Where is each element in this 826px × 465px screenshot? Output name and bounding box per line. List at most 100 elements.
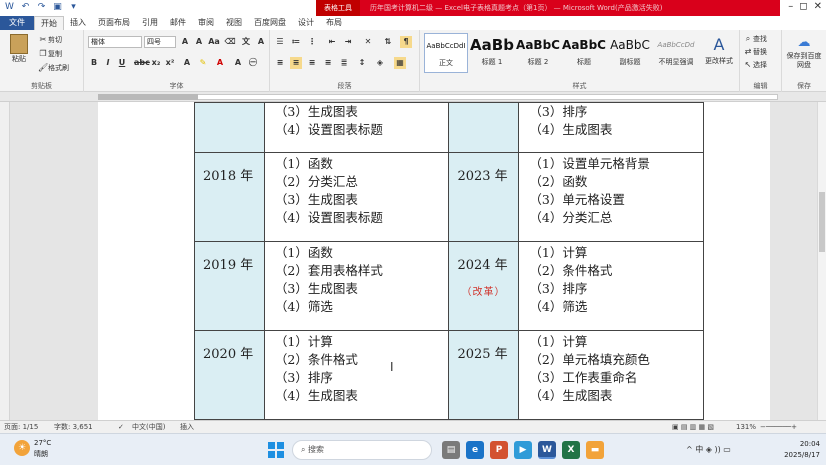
text-effects-icon[interactable]: A <box>181 57 193 69</box>
taskbar-clock[interactable]: 20:04 2025/8/17 <box>784 439 820 461</box>
decrease-indent-icon[interactable]: ⇤ <box>326 36 338 48</box>
style-title[interactable]: AaBbC 标题 <box>562 33 606 73</box>
system-tray[interactable]: ^ 中 ◈ )) ▭ <box>686 444 731 455</box>
strikethrough-icon[interactable]: abc <box>134 57 150 69</box>
minimize-icon[interactable]: – <box>788 1 793 12</box>
replace-button[interactable]: ⇄ 替换 <box>743 47 767 57</box>
customize-qa-icon[interactable]: ▾ <box>68 2 79 13</box>
align-right-icon[interactable]: ≡ <box>306 57 318 69</box>
edge-browser-icon[interactable]: e <box>466 441 484 459</box>
media-app-icon[interactable]: ▶ <box>514 441 532 459</box>
table-cell-items[interactable]: （1）计算 （2）单元格填充颜色 （3）工作表重命名 （4）生成图表 <box>518 330 704 420</box>
change-styles-button[interactable]: A 更改样式 <box>702 34 736 66</box>
page-count[interactable]: 页面: 1/15 <box>4 421 38 433</box>
tab-mailings[interactable]: 邮件 <box>164 16 192 30</box>
table-cell-items[interactable]: （3）排序 （4）生成图表 <box>518 102 704 153</box>
table-cell-year[interactable]: 2020 年 <box>194 330 265 420</box>
weather-sun-icon[interactable]: ☀ <box>14 440 30 456</box>
horizontal-ruler[interactable] <box>0 92 826 102</box>
table-cell-year[interactable]: 2025 年 <box>448 330 520 420</box>
table-cell-year[interactable]: 2023 年 <box>448 152 520 242</box>
font-name-combo[interactable]: 楷体 <box>88 36 142 48</box>
increase-indent-icon[interactable]: ⇥ <box>342 36 354 48</box>
save-icon[interactable]: ▣ <box>52 2 63 13</box>
table-cell-items[interactable]: （1）函数 （2）分类汇总 （3）生成图表 （4）设置图表标题 <box>263 152 450 242</box>
clear-format-icon[interactable]: ⌫ <box>224 36 236 48</box>
tab-review[interactable]: 审阅 <box>192 16 220 30</box>
shading-icon[interactable]: ◈ <box>374 57 386 69</box>
weather-widget[interactable]: 27°C 晴朗 <box>34 438 51 460</box>
numbering-icon[interactable]: ≔ <box>290 36 302 48</box>
copy-button[interactable]: ❐复制 <box>38 49 62 59</box>
shrink-font-icon[interactable]: A <box>193 36 205 48</box>
view-buttons[interactable]: ▣ ▤ ▥ ▦ ▧ <box>672 421 714 433</box>
chinese-layout-icon[interactable]: ✕ <box>362 36 374 48</box>
table-cell-year[interactable] <box>194 102 265 153</box>
table-cell-items[interactable]: （1）设置单元格背景 （2）函数 （3）单元格设置 （4）分类汇总 <box>518 152 704 242</box>
find-button[interactable]: ⌕ 查找 <box>743 34 767 44</box>
cut-button[interactable]: ✂ 剪切 <box>38 35 62 45</box>
vertical-scrollbar[interactable] <box>817 102 826 420</box>
table-cell-year[interactable]: 2018 年 <box>194 152 265 242</box>
show-marks-icon[interactable]: ¶ <box>400 36 412 48</box>
scrollbar-thumb[interactable] <box>819 192 825 252</box>
tab-home[interactable]: 开始 <box>34 16 64 30</box>
paste-button[interactable]: 粘贴 <box>6 34 32 64</box>
sort-icon[interactable]: ⇅ <box>382 36 394 48</box>
table-cell-items[interactable]: （1）计算 （2）条件格式 （3）排序 （4）筛选 <box>518 241 704 331</box>
select-button[interactable]: ↖ 选择 <box>743 60 767 70</box>
close-icon[interactable]: ✕ <box>814 1 822 12</box>
zoom-level[interactable]: 131% <box>736 421 756 433</box>
format-painter-button[interactable]: 🖌格式刷 <box>38 63 69 73</box>
distributed-icon[interactable]: ≣ <box>338 57 350 69</box>
tab-insert[interactable]: 插入 <box>64 16 92 30</box>
phonetic-guide-icon[interactable]: 文 <box>240 36 252 48</box>
save-to-baidu-button[interactable]: ☁ 保存到百度网盘 <box>784 34 824 70</box>
tab-layout[interactable]: 布局 <box>320 16 348 30</box>
change-case-icon[interactable]: Aa <box>208 36 220 48</box>
redo-icon[interactable]: ↷ <box>36 2 47 13</box>
enclose-characters-icon[interactable]: ㊀ <box>247 57 259 69</box>
italic-icon[interactable]: I <box>102 57 114 69</box>
style-heading-2[interactable]: AaBbC 标题 2 <box>516 33 560 73</box>
undo-icon[interactable]: ↶ <box>20 2 31 13</box>
document-page[interactable]: （3）生成图表 （4）设置图表标题 （3）排序 （4）生成图表 2018 年 （… <box>98 102 770 420</box>
table-cell-items[interactable]: （1）计算 （2）条件格式 （3）排序 （4）生成图表 <box>263 330 450 420</box>
line-spacing-icon[interactable]: ↕ <box>356 57 368 69</box>
justify-icon[interactable]: ≡ <box>322 57 334 69</box>
tab-baidu-netdisk[interactable]: 百度网盘 <box>248 16 292 30</box>
borders-icon[interactable]: ▦ <box>394 57 406 69</box>
taskbar-search[interactable]: ⌕ 搜索 <box>292 440 432 460</box>
word-taskbar-icon[interactable]: W <box>538 441 556 459</box>
excel-taskbar-icon[interactable]: X <box>562 441 580 459</box>
spellcheck-icon[interactable]: ✓ <box>118 421 124 433</box>
file-explorer-icon[interactable]: ▬ <box>586 441 604 459</box>
style-subtle-emphasis[interactable]: AaBbCcDd 不明显强调 <box>654 33 698 73</box>
tab-file[interactable]: 文件 <box>0 16 34 30</box>
language-indicator[interactable]: 中文(中国) <box>132 421 165 433</box>
font-size-combo[interactable]: 四号 <box>144 36 176 48</box>
windows-start-icon[interactable] <box>268 442 284 458</box>
table-cell-year[interactable]: 2019 年 <box>194 241 265 331</box>
table-cell-year[interactable] <box>448 102 520 153</box>
underline-icon[interactable]: U <box>116 57 128 69</box>
table-cell-year[interactable]: 2024 年 （改革） <box>448 241 520 331</box>
superscript-icon[interactable]: x² <box>164 57 176 69</box>
task-view-icon[interactable]: ▤ <box>442 441 460 459</box>
tab-design[interactable]: 设计 <box>292 16 320 30</box>
character-shading-icon[interactable]: A <box>232 57 244 69</box>
subscript-icon[interactable]: x₂ <box>150 57 162 69</box>
grow-font-icon[interactable]: A <box>179 36 191 48</box>
style-heading-1[interactable]: AaBb 标题 1 <box>470 33 514 73</box>
vertical-ruler[interactable] <box>0 102 10 420</box>
bold-icon[interactable]: B <box>88 57 100 69</box>
word-count[interactable]: 字数: 3,651 <box>54 421 93 433</box>
tab-page-layout[interactable]: 页面布局 <box>92 16 136 30</box>
table-cell-items[interactable]: （3）生成图表 （4）设置图表标题 <box>263 102 450 153</box>
font-color-icon[interactable]: A <box>214 57 226 69</box>
highlight-icon[interactable]: ✎ <box>197 57 209 69</box>
style-normal[interactable]: AaBbCcDdI 正文 <box>424 33 468 73</box>
powerpoint-icon[interactable]: P <box>490 441 508 459</box>
tab-view[interactable]: 视图 <box>220 16 248 30</box>
character-border-icon[interactable]: A <box>255 36 267 48</box>
